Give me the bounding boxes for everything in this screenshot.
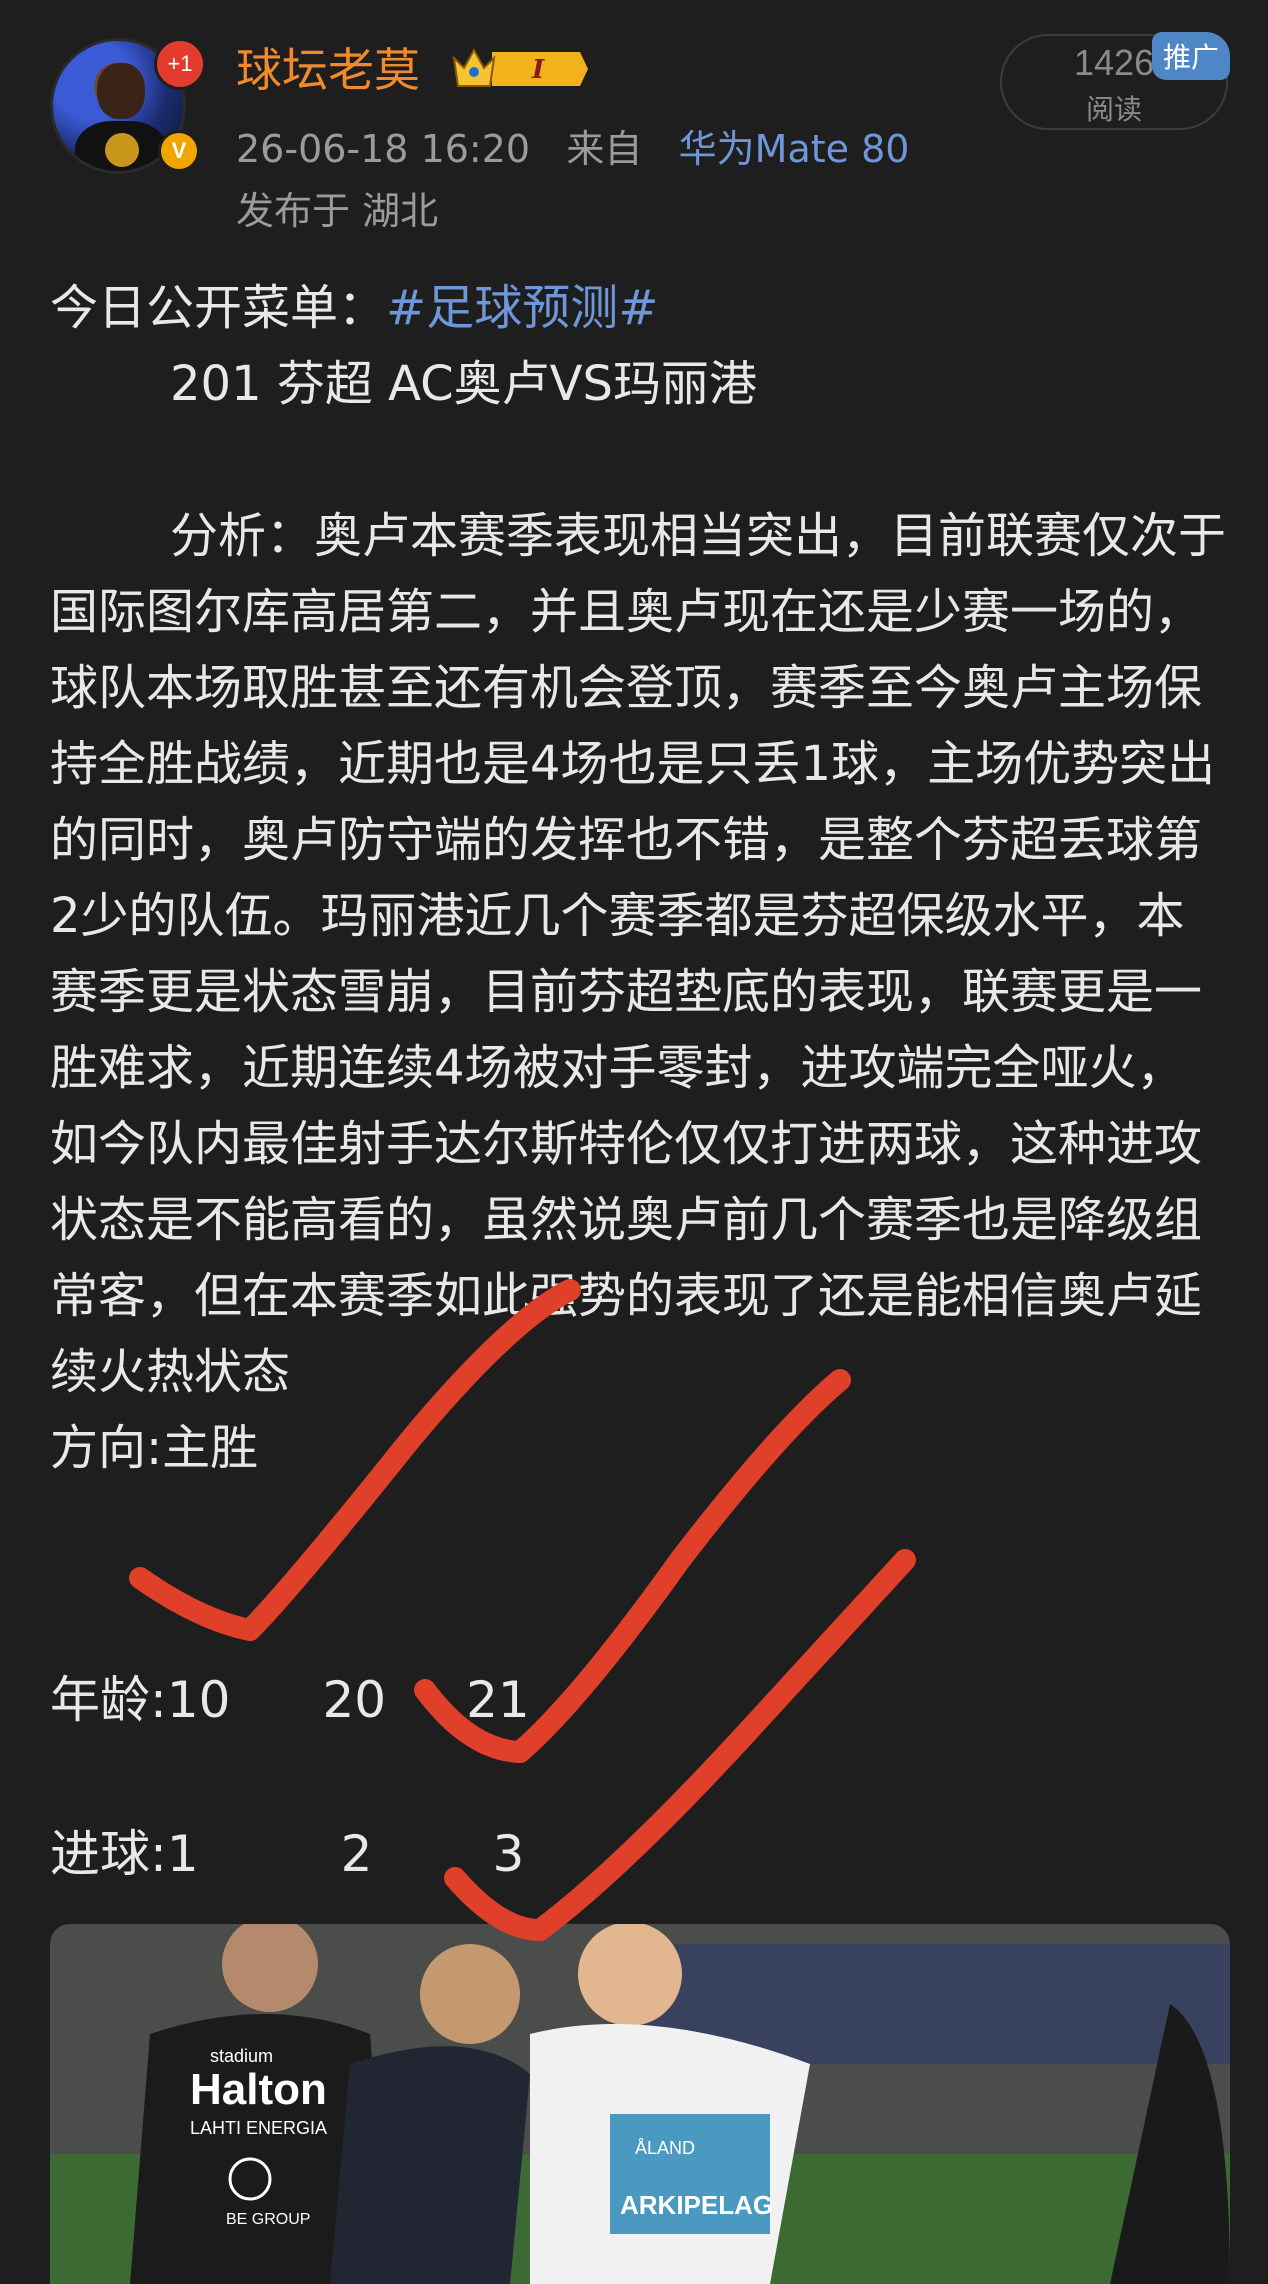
author-avatar[interactable]: +1 V [50, 38, 206, 174]
match-line: 201 芬超 AC奥卢VS玛丽港 [170, 356, 757, 412]
sponsor-begroup: BE GROUP [226, 2211, 310, 2228]
sponsor-halton: Halton [190, 2065, 327, 2114]
sponsor-arkipelag: ARKIPELAG [620, 2190, 773, 2220]
analysis-text: 分析：奥卢本赛季表现相当突出，目前联赛仅次于国际图尔库高居第二，并且奥卢现在还是… [50, 508, 1227, 1400]
age-label: 年龄: [50, 1671, 167, 1729]
sponsor-stadium: stadium [210, 2046, 273, 2066]
goals-label: 进球: [50, 1825, 167, 1883]
source-prefix: 来自 [566, 127, 643, 171]
plus-one-badge: +1 [154, 38, 206, 90]
post-photo[interactable]: Halton stadium LAHTI ENERGIA BE GROUP ÅL… [50, 1924, 1230, 2284]
intro-line: 今日公开菜单：#足球预测# [50, 270, 1230, 346]
goals-value-3: 3 [492, 1825, 525, 1883]
age-value-2: 20 [322, 1671, 387, 1729]
read-count: 1426 [1074, 42, 1155, 83]
vip-crown-icon: I [452, 47, 588, 87]
sponsor-aland: ÅLAND [635, 2138, 695, 2158]
vip-level: I [531, 55, 545, 85]
football-players-image: Halton stadium LAHTI ENERGIA BE GROUP ÅL… [50, 1924, 1230, 2284]
author-name[interactable]: 球坛老莫 [236, 34, 420, 100]
intro-text: 今日公开菜单： [50, 280, 387, 336]
direction-line: 方向:主胜 [50, 1420, 259, 1476]
post-time: 26-06-18 16:20 [236, 127, 531, 171]
device-link[interactable]: 华为Mate 80 [679, 127, 910, 171]
read-label: 阅读 [1086, 93, 1143, 126]
sponsor-lahti: LAHTI ENERGIA [190, 2118, 327, 2138]
post-location: 发布于 湖北 [236, 189, 439, 233]
hashtag-link[interactable]: #足球预测# [386, 280, 658, 336]
post-body: 今日公开菜单：#足球预测# 201 芬超 AC奥卢VS玛丽港 分析：奥卢本赛季表… [50, 270, 1230, 1486]
age-value-1: 10 [166, 1671, 231, 1729]
age-value-3: 21 [466, 1671, 530, 1729]
promoted-tag: 推广 [1152, 32, 1230, 80]
verified-icon: V [158, 130, 200, 172]
goals-value-1: 1 [166, 1825, 199, 1883]
post-meta: 26-06-18 16:20 来自 华为Mate 80 [236, 118, 909, 173]
goals-row: 进球:1 2 3 [50, 1814, 524, 1886]
age-row: 年龄:10 20 21 [50, 1660, 530, 1732]
post-header: +1 V 球坛老莫 I 26-06-18 16:20 来自 华为Mate 80 … [0, 0, 1268, 260]
goals-value-2: 2 [340, 1825, 373, 1883]
